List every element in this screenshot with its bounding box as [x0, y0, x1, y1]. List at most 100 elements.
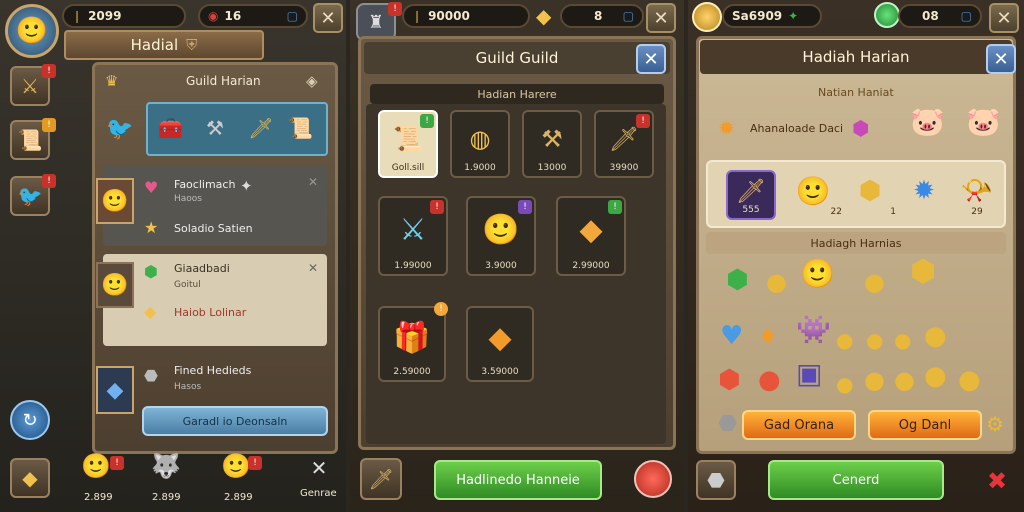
green-button[interactable]: Hadlinedo Hanneie	[434, 460, 602, 500]
gold-crystal-icon: ◆	[536, 4, 552, 28]
orange-button-2[interactable]: Og Danl	[868, 410, 982, 440]
item-label: 22	[830, 207, 842, 217]
crown-icon: ♛	[105, 72, 119, 90]
badge: !	[518, 200, 532, 214]
close-icon[interactable]: ✕	[308, 172, 318, 192]
shield-icon: ⛨	[186, 36, 198, 54]
item-label: 29	[971, 207, 983, 217]
tile[interactable]: ◍ 1.9000	[450, 110, 510, 178]
pink-flask-icon: ⬢	[852, 116, 870, 140]
header-banner: Hadial ⛨	[64, 30, 264, 60]
sidebar-scroll-button[interactable]: 📜!	[10, 118, 56, 160]
scroll-icon[interactable]: 📜	[288, 118, 313, 138]
close-icon[interactable]: ✖	[978, 462, 1016, 500]
featured-item[interactable]: 🗡 555	[726, 170, 776, 220]
heart-gem-icon: ♥	[144, 178, 159, 197]
tile-label: 2.59000	[393, 367, 431, 377]
sword-icon[interactable]: 🗡	[248, 118, 273, 138]
plus-box-icon[interactable]: ▢	[961, 9, 972, 23]
refresh-button[interactable]: ↻	[10, 400, 50, 440]
item-label: 1	[890, 207, 896, 217]
close-button[interactable]: ✕	[986, 44, 1016, 74]
featured-item[interactable]: ✹	[902, 170, 946, 220]
close-button[interactable]: ✕	[313, 3, 343, 33]
tile[interactable]: ◆ 3.59000	[466, 306, 534, 382]
gold-counter: Sa6909 ✦	[722, 4, 822, 28]
rock-icon: ⬣	[144, 366, 158, 385]
close-button[interactable]: ✕	[646, 3, 676, 33]
purple-chest-icon: ▣	[796, 357, 823, 390]
info-icon[interactable]: ◈	[306, 72, 318, 90]
player-avatar[interactable]: 🙂	[5, 4, 59, 58]
tile[interactable]: 🙂 3.9000!	[466, 196, 536, 276]
staff-icon: 🗡	[735, 177, 767, 206]
action-button[interactable]: Garadl io Deonsaln	[142, 406, 328, 436]
item-label: 555	[742, 205, 760, 215]
tile[interactable]: ◆ 2.99000!	[556, 196, 626, 276]
gold-crystal-icon: ◆	[144, 302, 157, 321]
crossed-tools-icon[interactable]: ✕	[302, 456, 336, 486]
tile-label: Goll.sill	[391, 163, 425, 173]
notification-badge: !	[248, 456, 262, 470]
item-extra: Haiob Lolinar	[174, 306, 247, 319]
plus-box-icon[interactable]: ▢	[287, 9, 298, 23]
gold-gem-icon: ◆	[22, 466, 38, 490]
featured-item[interactable]: 🙂 22	[790, 170, 842, 220]
hero-portrait-icon: 🙂	[482, 212, 520, 248]
gold-flask-icon: ⬢	[858, 176, 882, 206]
pig-icon: 🐷	[910, 105, 945, 138]
sidebar-swords-button[interactable]: ⚔!	[10, 64, 56, 106]
leaf-icon: ✦	[788, 9, 799, 23]
wolf-icon[interactable]: 🐺	[146, 452, 186, 488]
plus-box-icon[interactable]: ▢	[623, 9, 634, 23]
green-button[interactable]: Cenerd	[768, 460, 944, 500]
item-subtitle: Hasos	[174, 382, 202, 392]
tile[interactable]: ⚒ 13000	[522, 110, 582, 178]
gold-coin-icon: ●	[766, 268, 787, 296]
tile-label: 1.9000	[464, 163, 496, 173]
genre-label[interactable]: Genrae	[300, 488, 337, 499]
close-button[interactable]: ✕	[989, 3, 1019, 33]
bottom-value: 2.899	[152, 492, 181, 503]
reward-strip: 🧰 ⚒ 🗡 📜	[146, 102, 328, 156]
item-title: Faoclimach	[174, 178, 236, 191]
tile-label: 39900	[609, 163, 639, 173]
rock-button[interactable]: ⬣	[696, 460, 736, 500]
featured-item[interactable]: 📯 29	[954, 170, 1000, 220]
sword-button[interactable]: 🗡	[360, 458, 402, 500]
chest-icon[interactable]: 🧰	[158, 118, 183, 138]
hero-portrait: 🙂	[96, 262, 134, 308]
gold-coin-icon: ●	[836, 372, 854, 396]
crystal-icon: ◆	[96, 366, 134, 414]
rock-icon: ⬣	[707, 468, 725, 492]
close-icon[interactable]: ✕	[308, 258, 318, 278]
sidebar-bird-button[interactable]: 🐦!	[10, 174, 56, 216]
close-button[interactable]: ✕	[636, 44, 666, 74]
featured-item[interactable]: ⬢ 1	[848, 170, 896, 220]
gem-counter: ◉ 16 ▢	[198, 4, 308, 28]
tile[interactable]: ⚔ 1.99000!	[378, 196, 448, 276]
sidebar-gem-button[interactable]: ◆	[10, 458, 50, 498]
tile[interactable]: 📜 Goll.sill!	[378, 110, 438, 178]
section-title: Hadiagh Harnias	[706, 232, 1006, 254]
gold-coin-icon: ●	[894, 328, 912, 352]
gold-coin-icon: ●	[864, 366, 885, 394]
crystal-sword-icon: ⚔	[399, 212, 427, 248]
star-icon: ★	[144, 218, 159, 237]
tile[interactable]: 🗡 39900!	[594, 110, 654, 178]
coin-icon	[692, 2, 722, 32]
middle-panel: ♜ ! ❘ 90000 ◆ 8 ▢ ✕ Guild Guild ✕ Hadian H…	[350, 0, 684, 512]
dagger-icon: 🗡	[608, 124, 640, 153]
badge: !	[608, 200, 622, 214]
orange-pot-icon: ⬢	[718, 365, 741, 395]
record-button[interactable]	[634, 460, 672, 498]
orange-button-1[interactable]: Gad Orana	[742, 410, 856, 440]
anvil-icon[interactable]: ⚒	[206, 118, 224, 138]
item-title: Fined Hedieds	[174, 364, 252, 377]
coin-icon: ❘	[72, 9, 83, 23]
item-extra: Soladio Satien	[174, 222, 253, 235]
fire-crystal-icon: ◆	[488, 320, 512, 356]
tile[interactable]: 🎁 2.59000!	[378, 302, 448, 382]
gold-crystal-icon: ◆	[579, 212, 603, 248]
gear-icon: ⚙	[986, 412, 1004, 436]
